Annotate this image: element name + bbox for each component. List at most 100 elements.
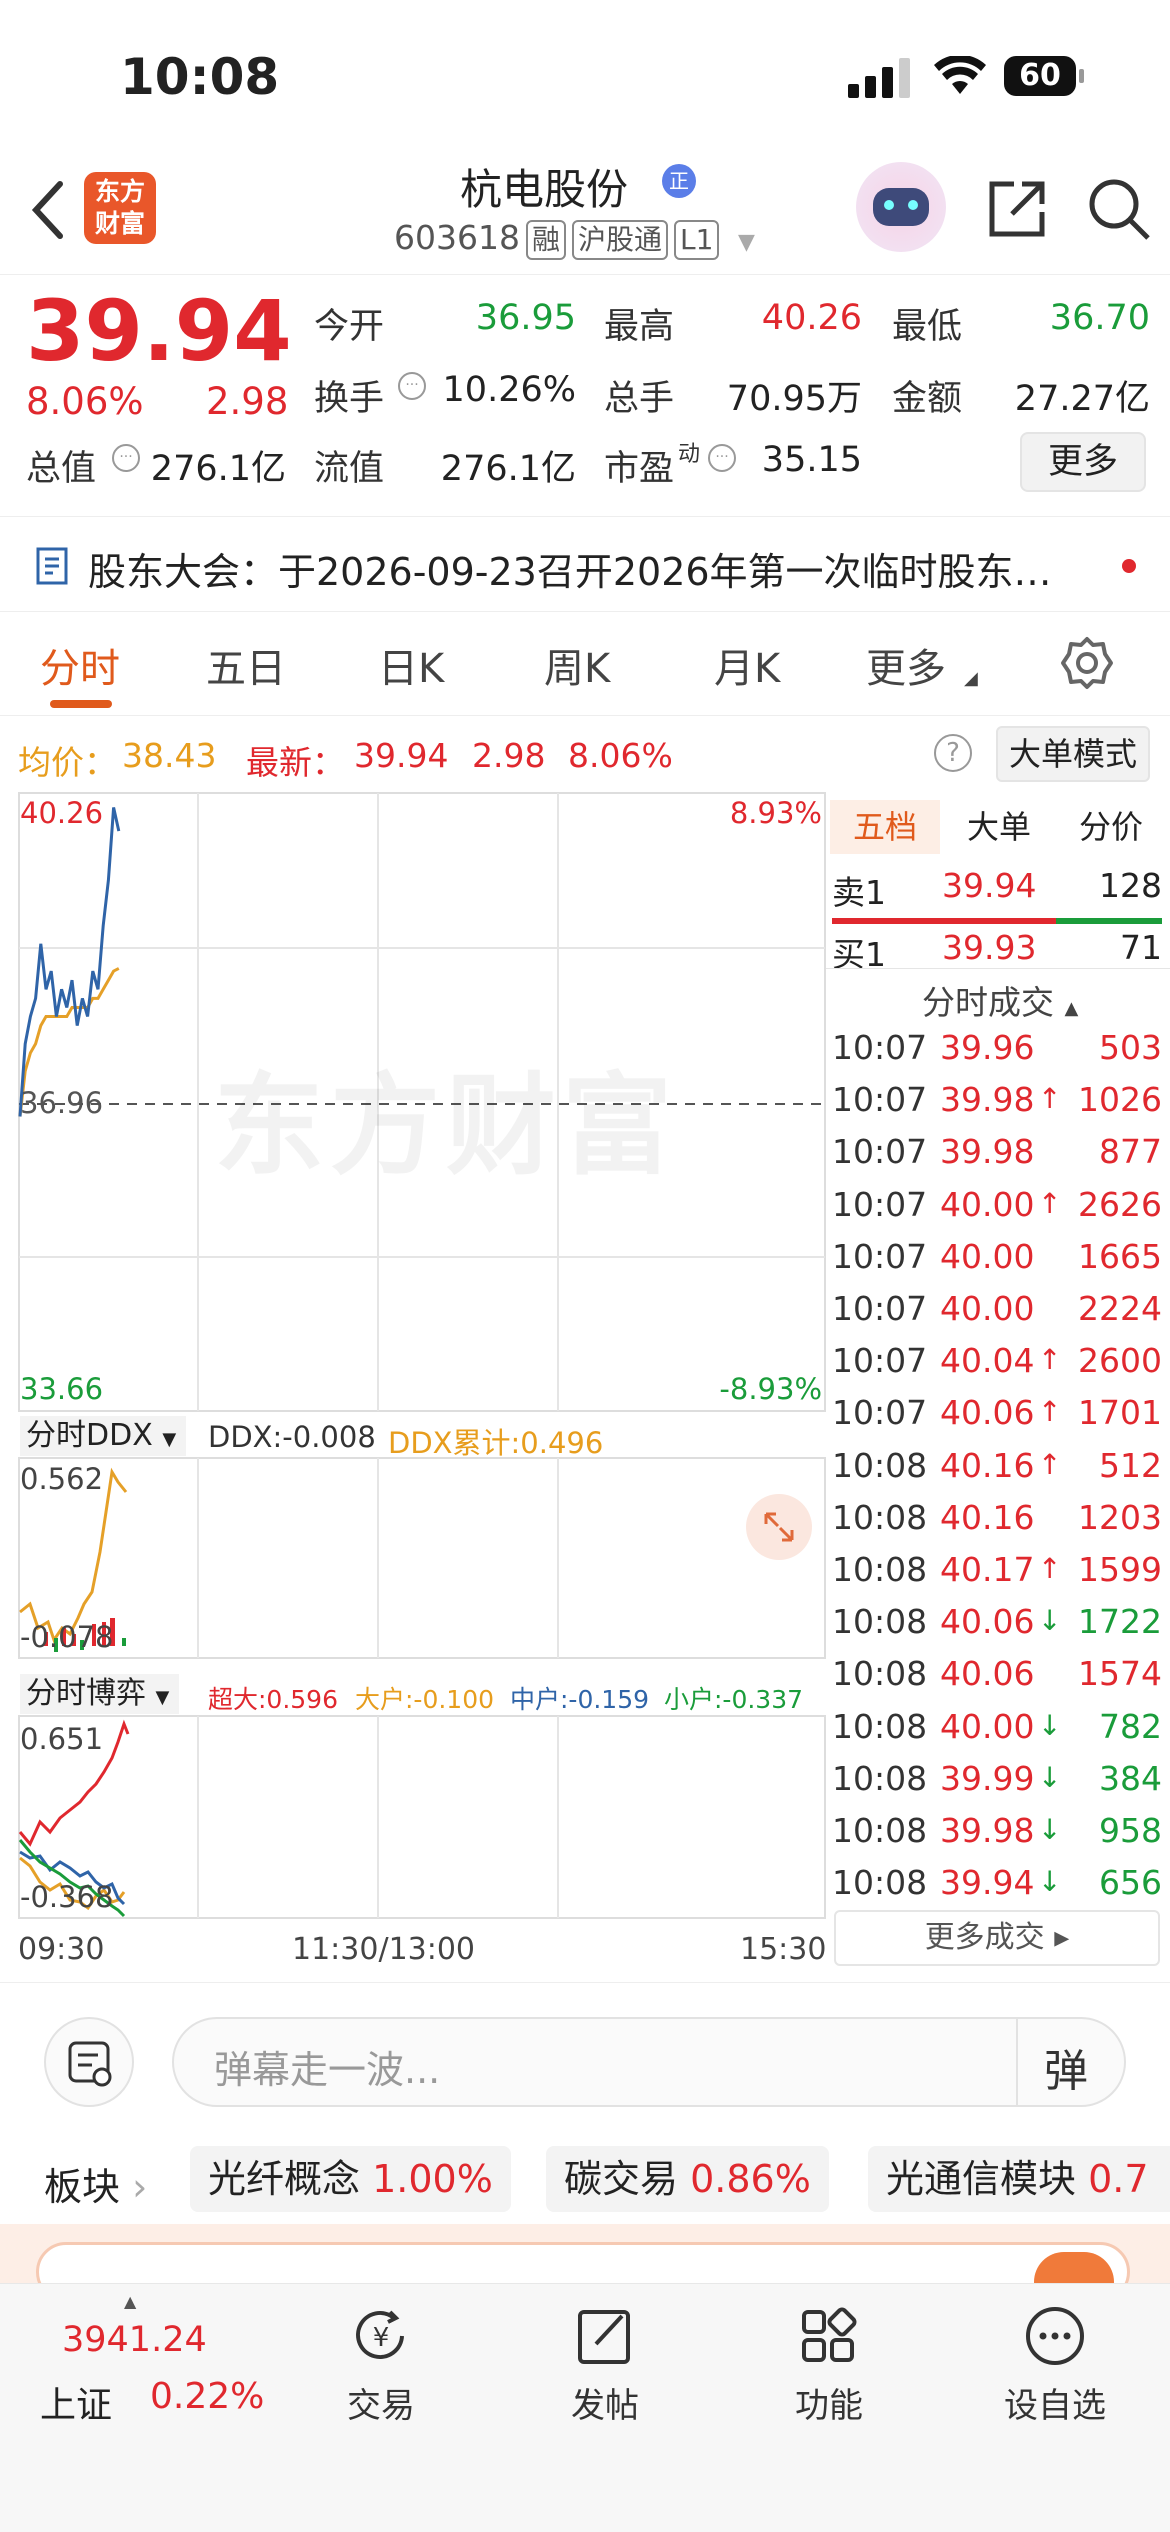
trade-row: 10:08 40.17 ↑ 1599 (826, 1550, 1170, 1602)
trade-direction: ↓ (1038, 1813, 1062, 1846)
sector-label[interactable]: 板块 › (44, 2156, 147, 2211)
document-icon (36, 547, 68, 585)
index-name[interactable]: 上证 (40, 2376, 112, 2428)
trade-volume: 1722 (1078, 1602, 1162, 1642)
game-selector[interactable]: 分时博弈 ▼ (20, 1674, 180, 1714)
trade-price: 39.99 (940, 1758, 1035, 1798)
danmu-input[interactable]: 弹幕走一波... 弹 (172, 2017, 1126, 2107)
big-holder-value: 大户:-0.100 (355, 1685, 495, 1714)
ddx-selector[interactable]: 分时DDX ▼ (20, 1416, 187, 1456)
active-tab-indicator (50, 700, 112, 708)
sector-chip[interactable]: 碳交易 0.86% (546, 2146, 829, 2212)
trade-time: 10:07 (832, 1289, 928, 1328)
index-value[interactable]: 3941.24 (62, 2320, 207, 2360)
nav-header: 东方 财富 杭电股份 正 603618 融沪股通 L1 ▼ (0, 150, 1170, 275)
info-dots-icon[interactable]: ··· (112, 444, 140, 472)
trade-time: 10:08 (832, 1550, 928, 1589)
tabbar-trade[interactable]: ¥ 交易 (306, 2304, 456, 2427)
ai-assistant-icon[interactable] (856, 162, 946, 252)
trade-price: 39.94 (940, 1863, 1035, 1903)
trade-price: 40.00 (940, 1184, 1035, 1224)
gear-icon[interactable] (1060, 636, 1114, 690)
trade-price: 40.06 (940, 1393, 1035, 1433)
trade-price: 40.04 (940, 1341, 1035, 1381)
notice-bar[interactable]: 股东大会：于2026-09-23召开2026年第一次临时股东… (0, 516, 1170, 612)
volume-value: 70.95万 (726, 379, 862, 419)
time-start-label: 09:30 (18, 1932, 105, 1967)
trade-row: 10:07 40.04 ↑ 2600 (826, 1341, 1170, 1393)
more-trades-button[interactable]: 更多成交 ▸ (834, 1910, 1160, 1966)
open-label: 今开 (314, 307, 385, 347)
quote-panel: 39.94 8.06% 2.98 总值 ··· 276.1亿 今开 36.95 … (0, 276, 1170, 516)
comment-list-icon[interactable] (44, 2017, 134, 2107)
mid-holder-value: 中户:-0.159 (510, 1685, 650, 1714)
info-dots-icon[interactable]: ··· (708, 444, 736, 472)
unread-dot (1122, 559, 1136, 573)
tab-month-k[interactable]: 月K (714, 636, 780, 694)
change-percent: 8.06% (26, 380, 144, 423)
trade-time: 10:08 (832, 1602, 928, 1642)
trade-row: 10:08 40.00 ↓ 782 (826, 1707, 1170, 1759)
trade-row: 10:07 40.06 ↑ 1701 (826, 1393, 1170, 1445)
trade-volume: 656 (1099, 1863, 1162, 1903)
ddx-value: DDX:-0.008 (208, 1420, 376, 1454)
pe-superscript: 动 (678, 442, 701, 467)
trade-row: 10:07 39.98 ↑ 1026 (826, 1080, 1170, 1132)
trade-volume: 958 (1099, 1811, 1162, 1850)
tabbar-post[interactable]: 发帖 (530, 2304, 680, 2427)
book-tab-price[interactable]: 分价 (1056, 800, 1166, 854)
tabbar-functions[interactable]: 功能 (754, 2304, 904, 2427)
ask-row: 卖1 39.94 128 (832, 866, 1162, 912)
compose-icon (578, 2310, 630, 2364)
tab-day-k[interactable]: 日K (378, 636, 444, 694)
danmu-toggle-icon[interactable]: 弹 (1044, 2035, 1088, 2099)
info-change: 2.98 (472, 736, 546, 775)
bottom-tab-bar: ▲ 3941.24 上证 0.22% ¥ 交易 发帖 功能 设自选 (0, 2283, 1170, 2532)
trade-volume: 877 (1099, 1132, 1162, 1172)
tab-week-k[interactable]: 周K (544, 636, 610, 694)
tag-connect: 沪股通 (572, 220, 669, 260)
sector-chip[interactable]: 光纤概念 1.00% (190, 2146, 511, 2212)
sector-strip: 板块 › 光纤概念 1.00% 碳交易 0.86% 光通信模块 0.7 (0, 2130, 1170, 2230)
trade-icon: ¥ (356, 2310, 404, 2359)
trade-price: 39.98 (940, 1132, 1035, 1172)
trade-volume: 2224 (1078, 1289, 1162, 1328)
trade-direction: ↓ (1038, 1604, 1062, 1638)
float-label: 流值 (314, 449, 385, 489)
status-time: 10:08 (120, 48, 280, 106)
trade-price: 40.17 (940, 1550, 1035, 1589)
cellular-signal-icon (848, 58, 910, 98)
trade-time: 10:07 (832, 1028, 928, 1067)
trade-price: 40.16 (940, 1445, 1035, 1485)
tag-margin: 融 (525, 220, 566, 260)
trades-title[interactable]: 分时成交 ▲ (922, 976, 1078, 1024)
expand-icon[interactable] (746, 1494, 812, 1560)
trade-volume: 782 (1099, 1706, 1162, 1746)
sector-chip[interactable]: 光通信模块 0.7 (868, 2146, 1170, 2212)
book-tab-big[interactable]: 大单 (944, 800, 1054, 854)
help-icon[interactable]: ? (934, 734, 972, 772)
big-order-mode-button[interactable]: 大单模式 (996, 726, 1150, 782)
tab-five-day[interactable]: 五日 (206, 636, 286, 694)
tabbar-add-watchlist[interactable]: 设自选 (980, 2304, 1130, 2427)
trade-direction: ↑ (1038, 1552, 1062, 1585)
index-percent[interactable]: 0.22% (150, 2376, 264, 2417)
trade-row: 10:08 40.16 1203 (826, 1498, 1170, 1550)
trade-direction: ↓ (1038, 1865, 1062, 1899)
more-quote-button[interactable]: 更多 (1020, 432, 1146, 492)
search-icon[interactable] (1086, 176, 1152, 242)
share-icon[interactable] (986, 178, 1048, 240)
chevron-down-icon[interactable]: ▼ (738, 230, 755, 255)
turnover-label: 换手 (314, 379, 385, 419)
bid-row: 买1 39.93 71 (832, 928, 1162, 974)
book-tab-five[interactable]: 五档 (830, 800, 940, 854)
trade-direction: ↓ (1038, 1760, 1062, 1794)
back-icon[interactable] (30, 180, 66, 240)
intraday-info-row: 均价： 38.43 最新： 39.94 2.98 8.06% ? 大单模式 (0, 716, 1170, 792)
trade-price: 40.06 (940, 1654, 1035, 1694)
tab-more[interactable]: 更多 (866, 636, 946, 694)
high-label: 最高 (604, 307, 675, 347)
tab-intraday[interactable]: 分时 (40, 636, 120, 694)
info-dots-icon[interactable]: ··· (398, 372, 426, 400)
bid-ask-ratio-bar (832, 918, 1162, 924)
